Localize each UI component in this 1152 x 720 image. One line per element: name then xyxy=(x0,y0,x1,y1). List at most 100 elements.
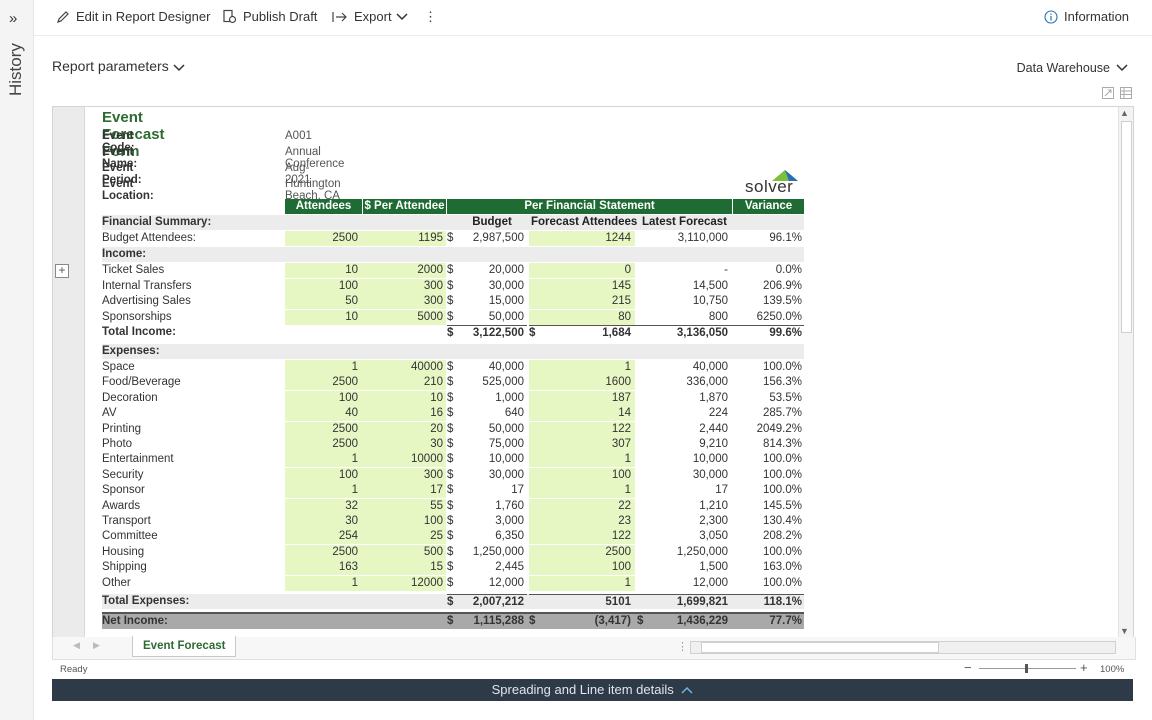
per-attendee-input[interactable]: 2000 xyxy=(362,263,446,278)
information-label: Information xyxy=(1064,9,1130,24)
currency-symbol: $ xyxy=(529,325,539,341)
zoom-slider[interactable] xyxy=(979,664,1076,673)
forecast-attendees-input[interactable]: 2500 xyxy=(529,544,635,560)
forecast-attendees-input[interactable]: 22 xyxy=(529,498,635,514)
per-attendee-input[interactable]: 55 xyxy=(362,498,446,514)
forecast-attendees-input[interactable]: 307 xyxy=(529,437,635,452)
forecast-attendees-input[interactable]: 1 xyxy=(529,483,635,499)
per-attendee-input[interactable]: 300 xyxy=(362,278,446,294)
latest-forecast-value: 12,000 xyxy=(692,576,728,589)
zoom-out-icon[interactable]: − xyxy=(964,660,972,675)
latest-forecast-value: 1,870 xyxy=(699,391,728,404)
latest-forecast-value: 10,000 xyxy=(692,453,728,466)
zoom-in-icon[interactable]: + xyxy=(1080,660,1088,675)
forecast-attendees-input[interactable]: 1244 xyxy=(529,231,635,246)
forecast-attendees-input[interactable]: 1600 xyxy=(529,375,635,391)
forecast-attendees-input[interactable]: 14 xyxy=(529,406,635,422)
forecast-attendees-input[interactable]: 1 xyxy=(529,575,635,591)
attendees-input[interactable]: 2500 xyxy=(285,437,362,452)
forecast-attendees-input[interactable]: 145 xyxy=(529,278,635,294)
forecast-attendees-input[interactable]: 1 xyxy=(529,360,635,375)
per-attendee-input[interactable]: 12000 xyxy=(362,575,446,591)
tab-event-forecast[interactable]: Event Forecast xyxy=(132,636,237,657)
attendees-input[interactable]: 163 xyxy=(285,560,362,576)
attendees-input[interactable]: 1 xyxy=(285,452,362,468)
expand-row-group-button[interactable]: + xyxy=(55,264,69,278)
attendees-input[interactable]: 1 xyxy=(285,575,362,591)
currency-symbol: $ xyxy=(447,438,454,450)
per-attendee-input[interactable]: 25 xyxy=(362,529,446,545)
report-parameters-toggle[interactable]: Report parameters xyxy=(52,58,185,74)
export-button[interactable]: Export xyxy=(332,9,408,24)
horizontal-scroll-thumb[interactable] xyxy=(701,642,939,653)
forecast-attendees-input[interactable]: 122 xyxy=(529,529,635,545)
attendees-input[interactable]: 2500 xyxy=(285,231,362,246)
attendees-input[interactable]: 2500 xyxy=(285,544,362,560)
per-attendee-input[interactable]: 300 xyxy=(362,294,446,309)
col-header-per-attendee: $ Per Attendee xyxy=(363,199,446,214)
per-attendee-input[interactable]: 20 xyxy=(362,421,446,437)
forecast-attendees-input[interactable]: 215 xyxy=(529,294,635,309)
attendees-input[interactable]: 10 xyxy=(285,309,362,325)
forecast-attendees-input[interactable]: 100 xyxy=(529,467,635,483)
spreading-details-bar[interactable]: Spreading and Line item details xyxy=(52,679,1133,701)
vertical-scrollbar[interactable]: ▲ ▼ xyxy=(1118,107,1133,637)
per-attendee-input[interactable]: 17 xyxy=(362,483,446,499)
per-attendee-input[interactable]: 30 xyxy=(362,437,446,452)
zoom-slider-handle[interactable] xyxy=(1025,664,1028,673)
per-attendee-input[interactable]: 40000 xyxy=(362,360,446,375)
per-attendee-input[interactable]: 10000 xyxy=(362,452,446,468)
per-attendee-input[interactable]: 300 xyxy=(362,467,446,483)
latest-forecast-value: 2,440 xyxy=(699,422,728,435)
per-attendee-input[interactable]: 1195 xyxy=(362,231,446,246)
forecast-attendees-input[interactable]: 0 xyxy=(529,263,635,278)
edit-in-report-designer-button[interactable]: Edit in Report Designer xyxy=(56,9,210,24)
latest-forecast-value: 40,000 xyxy=(692,361,728,373)
forecast-attendees-input[interactable]: 23 xyxy=(529,514,635,529)
forecast-attendees-input[interactable]: 100 xyxy=(529,560,635,576)
per-attendee-input[interactable]: 210 xyxy=(362,375,446,391)
grid-view-icon[interactable] xyxy=(1120,87,1132,99)
attendees-input[interactable]: 1 xyxy=(285,360,362,375)
per-attendee-input[interactable]: 500 xyxy=(362,544,446,560)
total-income-forecast: 1,684 xyxy=(539,325,635,340)
more-options-icon[interactable]: ⋮ xyxy=(424,9,437,25)
attendees-input[interactable]: 1 xyxy=(285,483,362,499)
forecast-attendees-input[interactable]: 187 xyxy=(529,390,635,406)
attendees-input[interactable]: 40 xyxy=(285,406,362,422)
per-attendee-input[interactable]: 100 xyxy=(362,514,446,529)
history-label[interactable]: History xyxy=(6,43,26,96)
attendees-input[interactable]: 30 xyxy=(285,514,362,529)
per-attendee-input[interactable]: 10 xyxy=(362,390,446,406)
expand-sheet-icon[interactable] xyxy=(1102,87,1114,99)
next-sheet-icon[interactable]: ▶ xyxy=(93,640,100,651)
tab-splitter-icon[interactable]: ⋮ xyxy=(677,640,688,653)
currency-symbol: $ xyxy=(447,484,454,497)
forecast-attendees-input[interactable]: 80 xyxy=(529,309,635,325)
expand-sidebar-icon[interactable]: » xyxy=(9,10,17,27)
forecast-attendees-input[interactable]: 1 xyxy=(529,452,635,468)
horizontal-scrollbar[interactable] xyxy=(690,641,1116,654)
attendees-input[interactable]: 2500 xyxy=(285,375,362,391)
data-source-dropdown[interactable]: Data Warehouse xyxy=(1017,61,1128,75)
per-attendee-input[interactable]: 16 xyxy=(362,406,446,422)
attendees-input[interactable]: 10 xyxy=(285,263,362,278)
per-attendee-input[interactable]: 5000 xyxy=(362,309,446,325)
prev-sheet-icon[interactable]: ◀ xyxy=(73,640,80,651)
expense-item-row: Photo 2500 30 $75,000 307 9,210 814.3% xyxy=(102,437,804,452)
attendees-input[interactable]: 254 xyxy=(285,529,362,545)
information-button[interactable]: Information xyxy=(1044,9,1129,24)
attendees-input[interactable]: 100 xyxy=(285,278,362,294)
attendees-input[interactable]: 100 xyxy=(285,467,362,483)
publish-draft-button[interactable]: Publish Draft xyxy=(222,9,317,24)
income-item-row: Advertising Sales 50 300 $15,000 215 10,750 13… xyxy=(102,294,804,309)
attendees-input[interactable]: 32 xyxy=(285,498,362,514)
currency-symbol: $ xyxy=(447,615,454,627)
attendees-input[interactable]: 100 xyxy=(285,390,362,406)
per-attendee-input[interactable]: 15 xyxy=(362,560,446,576)
attendees-input[interactable]: 2500 xyxy=(285,421,362,437)
event-code-value[interactable]: A001 xyxy=(285,130,312,142)
forecast-attendees-input[interactable]: 122 xyxy=(529,421,635,437)
attendees-input[interactable]: 50 xyxy=(285,294,362,309)
vertical-scroll-thumb[interactable] xyxy=(1121,121,1132,333)
